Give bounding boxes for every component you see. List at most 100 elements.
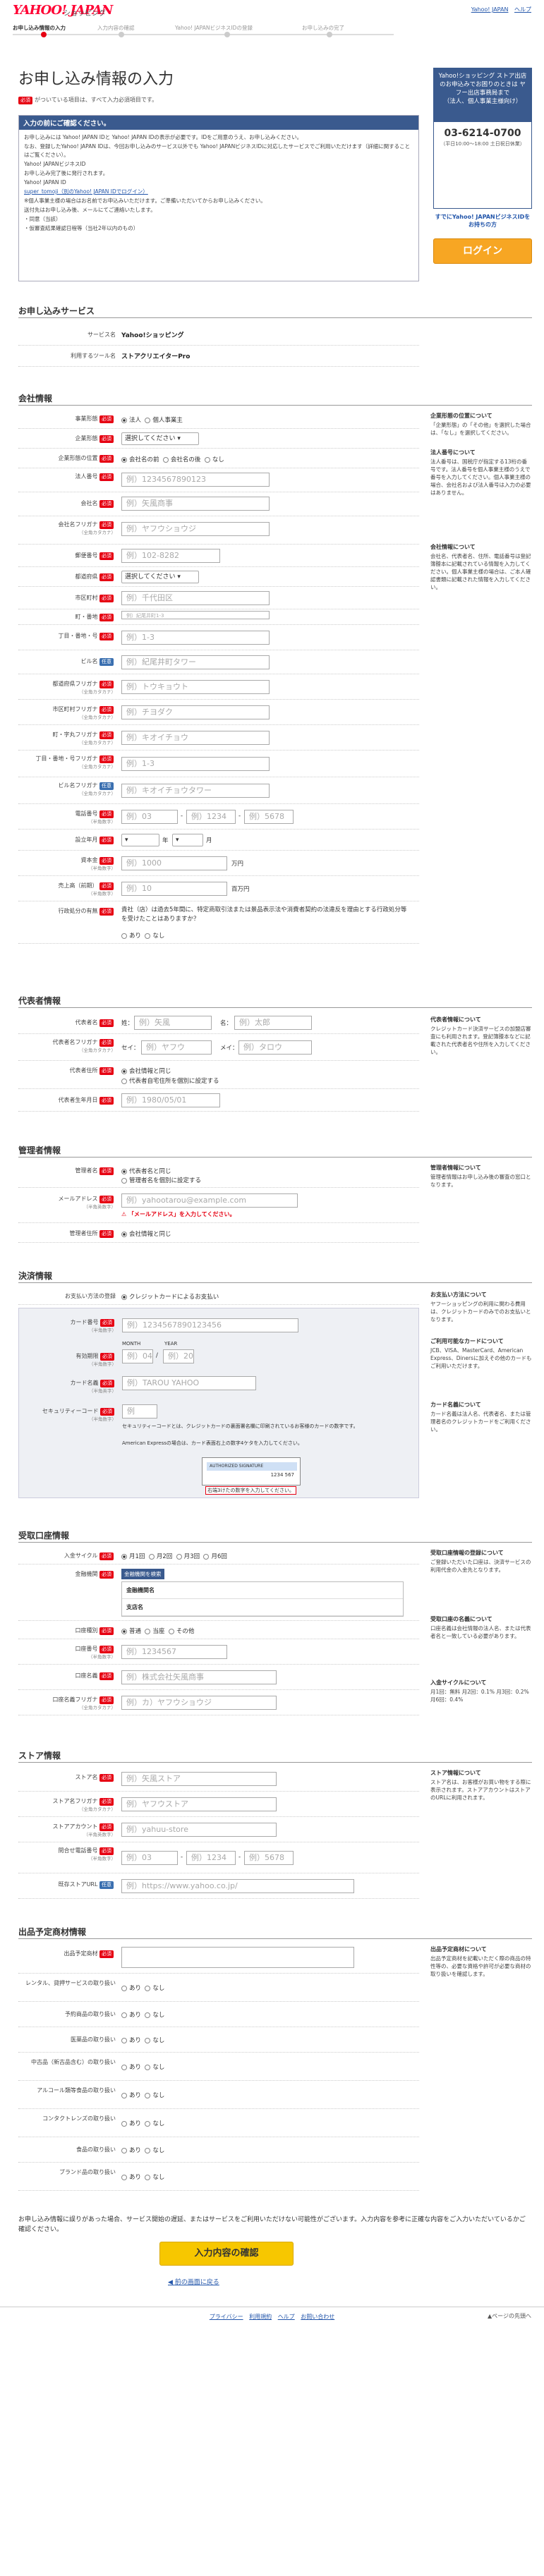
plan-label: 出品予定商材 必須 [18, 1950, 116, 1958]
acct-holder-input[interactable]: 例）株式会社矢風商事 [121, 1670, 277, 1684]
bldg-kana-row: ビル名フリガナ 任意 （全角カタカナ） 例）キオイチョウタワー [18, 777, 419, 804]
tel-input-3[interactable]: 例）5678 [244, 810, 294, 824]
acct-no-input[interactable]: 例）1234567 [121, 1645, 227, 1659]
bldg-input[interactable]: 例）紀尾井町タワー [121, 655, 270, 669]
bldg-kana-input[interactable]: 例）キオイチョウタワー [121, 784, 270, 798]
rep-mei-input[interactable]: 例）太郎 [234, 1016, 312, 1030]
town-input[interactable]: 例）紀尾井町1-3 [121, 611, 270, 619]
corp-no-input[interactable]: 例）1234567890123 [121, 473, 270, 487]
header-link-help[interactable]: ヘルプ [514, 6, 531, 13]
rep-sei-input[interactable]: 例）矢風 [134, 1016, 212, 1030]
login-button[interactable]: ログイン [433, 238, 532, 264]
admin-radios[interactable]: あり なし [121, 931, 164, 940]
product-radios[interactable]: あり なし [121, 2146, 164, 2154]
store-acct-input[interactable]: 例）yahuu-store [121, 1823, 277, 1837]
product-radios[interactable]: あり なし [121, 2010, 164, 2019]
manager-radio-2[interactable]: 管理者名を個別に設定する [121, 1176, 201, 1184]
plan-textarea[interactable] [121, 1947, 354, 1968]
radio-sole[interactable] [145, 417, 151, 423]
bank-side-3: 入金サイクルについて 月1回：無料 月2回：0.1% 月3回：0.2% 月6回：0… [430, 1679, 529, 1703]
pay-method-radio[interactable]: クレジットカードによるお支払い [121, 1292, 219, 1301]
header-links: Yahoo! JAPAN ヘルプ [467, 6, 531, 13]
acct-kana-label: 口座名義フリガナ 必須 （全角カタカナ） [52, 1696, 116, 1711]
acct-kana-row: 口座名義フリガナ 必須 （全角カタカナ） 例）カ）ヤフウショウジ [18, 1690, 419, 1715]
bldg-label: ビル名 任意 [18, 657, 116, 666]
store-tel-input-2[interactable]: 例）1234 [186, 1851, 236, 1865]
pref-kana-input[interactable]: 例）トウキョウト [121, 680, 270, 694]
product-radios[interactable]: あり なし [121, 2036, 164, 2044]
pay-method-row: お支払い方法の登録 クレジットカードによるお支払い [18, 1287, 419, 1305]
company-name-input[interactable]: 例）矢風商事 [121, 497, 270, 511]
tel-input-1[interactable]: 例）03 [121, 810, 178, 824]
town-kana-input[interactable]: 例）キオイチョウ [121, 731, 270, 745]
manager-addr-radio[interactable]: 会社情報と同じ [121, 1229, 171, 1238]
product-radios[interactable]: あり なし [121, 2173, 164, 2181]
store-kana-input[interactable]: 例）ヤフウストア [121, 1797, 277, 1811]
site-header: YAHOO! JAPAN ショッピング Yahoo! JAPAN ヘルプ [13, 3, 531, 18]
rep-mei-kana-input[interactable]: 例）タロウ [238, 1040, 312, 1055]
est-month-select[interactable]: ▾ [172, 834, 203, 846]
notice-line: なお、登録したYahoo! JAPAN IDは、今回お申し込みのサービス以外でも… [24, 143, 411, 158]
rep-birth-row: 代表者生年月日 必須 例）1980/05/01 [18, 1089, 419, 1112]
store-name-input[interactable]: 例）矢風ストア [121, 1772, 277, 1786]
product-radios[interactable]: あり なし [121, 1983, 164, 1992]
inst-table: 金融機関名 支店名 [121, 1581, 404, 1617]
section-rule [18, 1542, 532, 1543]
inst-branch-name: 支店名 [122, 1599, 403, 1616]
manager-mail-input[interactable]: 例）yahootarou@example.com [121, 1193, 298, 1208]
company-kana-input[interactable]: 例）ヤフウショウジ [121, 522, 270, 536]
product-radios[interactable]: あり なし [121, 2062, 164, 2071]
rep-sei-kana-input[interactable]: 例）ヤフウ [141, 1040, 212, 1055]
footer-link[interactable]: 利用規約 [249, 2314, 272, 2320]
name-pos-radios[interactable]: 会社名の前 会社名の後 なし [121, 455, 224, 463]
section-rule [18, 317, 532, 318]
other-id-login-link[interactable]: super_tomoji（別のYahoo! JAPAN IDでログイン） [24, 188, 413, 196]
zip-input[interactable]: 例）102-8282 [121, 549, 220, 563]
manager-name-label: 管理者名 必須 [18, 1167, 116, 1175]
company-side-3: 会社情報について 会社名、代表者名、住所、電話番号は登記簿謄本に記載されている情報… [430, 544, 531, 590]
section-title-bank: 受取口座情報 [18, 1531, 70, 1541]
chome-kana-input[interactable]: 例）1-3 [121, 757, 270, 771]
sec-input[interactable]: 例 [122, 1404, 157, 1418]
acct-type-radios[interactable]: 普通 当座 その他 [121, 1627, 194, 1635]
store-url-input[interactable]: 例）https://www.yahoo.co.jp/ [121, 1879, 354, 1893]
confirm-button[interactable]: 入力内容の確認 [159, 2242, 294, 2266]
back-link[interactable]: ◀ 前の画面に戻る [168, 2277, 219, 2286]
city-input[interactable]: 例）千代田区 [121, 591, 270, 605]
tel-input-2[interactable]: 例）1234 [186, 810, 236, 824]
rep-addr-label: 代表者住所 必須 [18, 1067, 116, 1075]
sales-input[interactable]: 例）10 [121, 882, 227, 896]
capital-input[interactable]: 例）1000 [121, 856, 227, 870]
exp-month-input[interactable]: 例）04 [122, 1349, 153, 1363]
chome-input[interactable]: 例）1-3 [121, 631, 270, 645]
rep-addr-radio-2[interactable]: 代表者自宅住所を個別に設定する [121, 1076, 219, 1085]
existing-id-note: すでにYahoo! JAPANビジネスIDをお持ちの方 [435, 214, 531, 228]
store-tel-input-3[interactable]: 例）5678 [244, 1851, 294, 1865]
header-link-yahoo[interactable]: Yahoo! JAPAN [471, 6, 509, 13]
store-tel-row: 問合せ電話番号 必須 （半角数字） 例）03 - 例）1234 - 例）5678 [18, 1842, 419, 1873]
footer-link[interactable]: プライバシー [210, 2314, 243, 2320]
pref-select[interactable]: 選択してください ▾ [121, 571, 199, 583]
exp-year-input[interactable]: 例）20 [163, 1349, 194, 1363]
notice-line: お申し込みには Yahoo! JAPAN IDと Yahoo! JAPAN ID… [24, 134, 303, 140]
product-radios[interactable]: あり なし [121, 2119, 164, 2127]
rep-birth-input[interactable]: 例）1980/05/01 [121, 1093, 220, 1107]
manager-radio-1[interactable]: 代表者名と同じ [121, 1167, 171, 1175]
product-radios[interactable]: あり なし [121, 2091, 164, 2099]
page-top-link[interactable]: ▲ページの先頭へ [488, 2312, 531, 2320]
acct-kana-input[interactable]: 例）カ）ヤフウショウジ [121, 1696, 277, 1710]
inst-search-button[interactable]: 金融機関を検索 [121, 1569, 164, 1579]
store-tel-input-1[interactable]: 例）03 [121, 1851, 178, 1865]
card-no-input[interactable]: 例）1234567890123456 [122, 1318, 298, 1332]
city-kana-input[interactable]: 例）チヨダク [121, 705, 270, 719]
business-type-radios[interactable]: 法人 個人事業主 [121, 415, 183, 424]
holder-input[interactable]: 例）TAROU YAHOO [122, 1376, 256, 1390]
industry-select[interactable]: 選択してください ▾ [121, 432, 199, 445]
est-year-select[interactable]: ▾ [121, 834, 159, 846]
footer-link[interactable]: ヘルプ [278, 2314, 295, 2320]
rep-addr-radio-1[interactable]: 会社情報と同じ [121, 1067, 171, 1075]
product-row-2: 医薬品の取り扱い あり なし [18, 2027, 419, 2053]
radio-corp[interactable] [121, 417, 127, 423]
cycle-radios[interactable]: 月1回 月2回 月3回 月6回 [121, 1552, 227, 1560]
footer-link[interactable]: お問い合わせ [301, 2314, 334, 2320]
